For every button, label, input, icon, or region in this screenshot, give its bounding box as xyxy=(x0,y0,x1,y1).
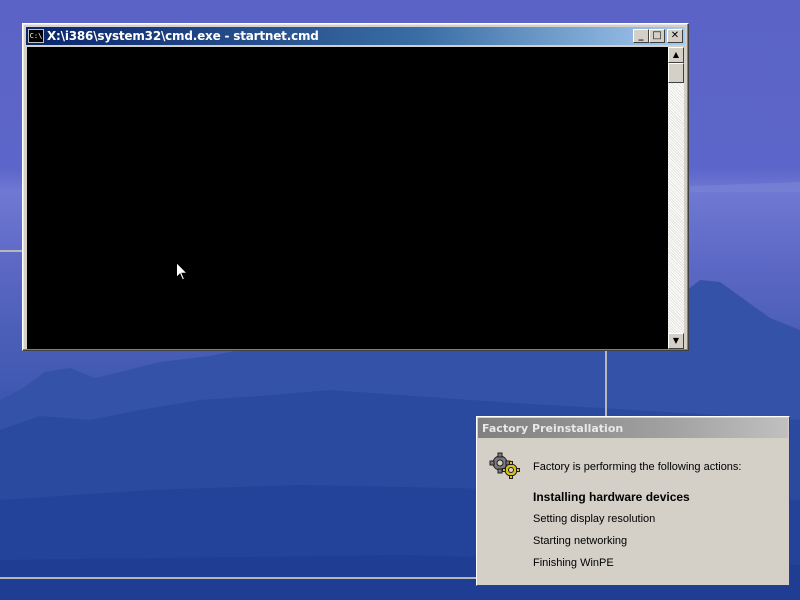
factory-intro-text: Factory is performing the following acti… xyxy=(533,461,742,473)
factory-dialog-title: Factory Preinstallation xyxy=(482,422,624,435)
scroll-up-button[interactable]: ▲ xyxy=(668,47,684,63)
cmd-window-title: X:\i386\system32\cmd.exe - startnet.cmd xyxy=(47,29,319,43)
step-installing-hardware: Installing hardware devices xyxy=(533,490,690,504)
minimize-button[interactable]: _ xyxy=(633,29,649,43)
maximize-button[interactable]: □ xyxy=(649,29,665,43)
close-button[interactable]: ✕ xyxy=(667,29,683,43)
vertical-scrollbar[interactable]: ▲ ▼ xyxy=(668,47,684,349)
cmd-window[interactable]: C:\ X:\i386\system32\cmd.exe - startnet.… xyxy=(22,23,689,351)
step-finishing-winpe: Finishing WinPE xyxy=(533,557,614,569)
scroll-thumb[interactable] xyxy=(668,63,684,83)
step-starting-networking: Starting networking xyxy=(533,535,628,547)
step-display-resolution: Setting display resolution xyxy=(533,513,656,525)
scroll-down-button[interactable]: ▼ xyxy=(668,333,684,349)
mouse-pointer-icon xyxy=(176,262,188,281)
factory-preinstallation-dialog[interactable]: Factory Preinstallation Factory is perfo… xyxy=(476,416,790,586)
cmd-titlebar[interactable]: C:\ X:\i386\system32\cmd.exe - startnet.… xyxy=(26,27,685,45)
factory-titlebar[interactable]: Factory Preinstallation xyxy=(478,418,788,438)
console-area[interactable] xyxy=(27,47,668,349)
title-buttons: _ □ ✕ xyxy=(633,29,683,43)
gears-icon xyxy=(489,452,520,479)
cmd-icon[interactable]: C:\ xyxy=(28,29,44,43)
